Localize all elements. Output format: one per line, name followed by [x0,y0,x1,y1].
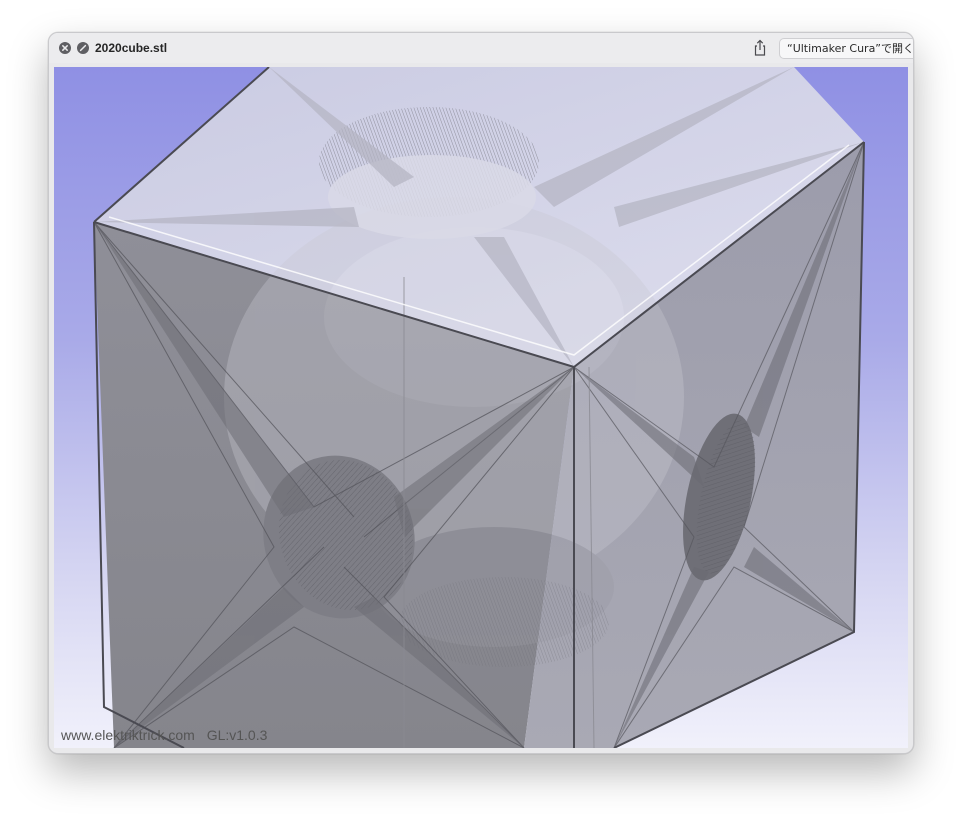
fullscreen-icon[interactable] [77,42,89,54]
title-bar: 2020cube.stl “Ultimaker Cura”で開く [49,33,913,63]
open-with-button[interactable]: “Ultimaker Cura”で開く [779,38,913,59]
share-icon[interactable] [751,38,769,58]
window-title: 2020cube.stl [95,41,168,55]
quicklook-window: 2020cube.stl “Ultimaker Cura”で開く www.ele… [48,32,914,754]
website-label: www.elektriktrick.com [61,727,195,743]
viewer-credits: www.elektriktrick.com GL:v1.0.3 [61,727,275,743]
version-label: GL:v1.0.3 [206,727,268,743]
close-icon[interactable] [59,42,71,54]
model-viewport[interactable]: www.elektriktrick.com GL:v1.0.3 [54,67,908,748]
cube-model-render [93,67,865,748]
